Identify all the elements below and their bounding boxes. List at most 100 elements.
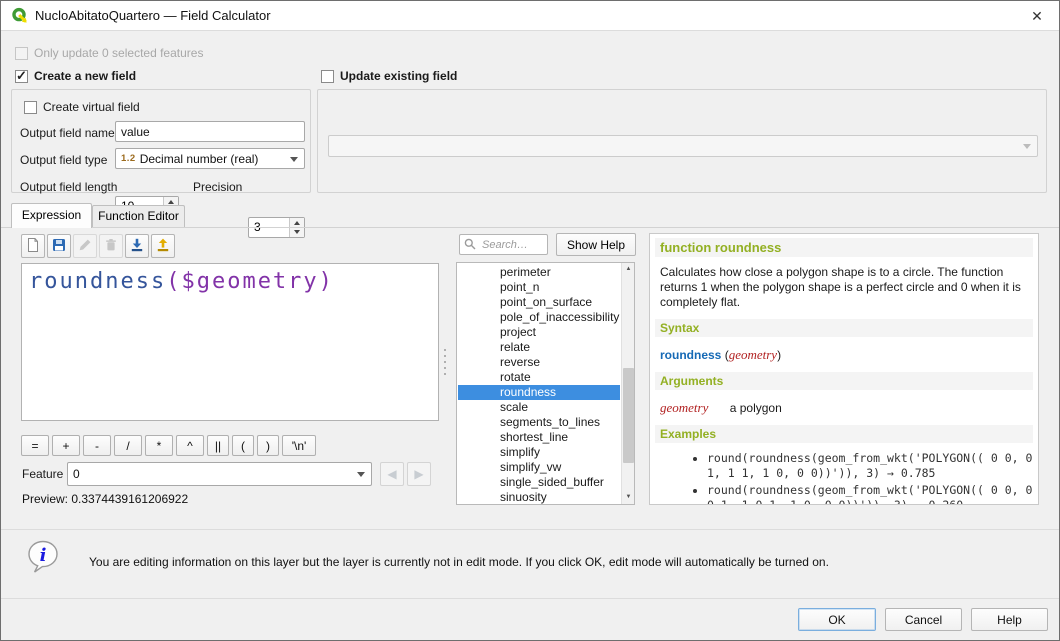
preview-row: Preview: 0.3374439161206922 bbox=[22, 492, 188, 506]
examples-heading: Examples bbox=[655, 425, 1033, 443]
precision-label: Precision bbox=[193, 180, 242, 194]
create-new-field-label: Create a new field bbox=[34, 69, 136, 83]
operator-button[interactable]: + bbox=[52, 435, 80, 456]
scrollbar[interactable]: ▲ ▼ bbox=[621, 263, 634, 504]
function-list-item-pole_of_inaccessibility[interactable]: pole_of_inaccessibility bbox=[458, 310, 620, 325]
show-help-button[interactable]: Show Help bbox=[556, 233, 636, 256]
splitter-handle[interactable] bbox=[444, 349, 446, 375]
operator-button[interactable]: ^ bbox=[176, 435, 204, 456]
feature-select[interactable]: 0 bbox=[67, 462, 372, 486]
expression-code: roundness($geometry) bbox=[29, 269, 431, 294]
syntax-function-name: roundness bbox=[660, 348, 721, 362]
output-field-type-select[interactable]: 1.2 Decimal number (real) bbox=[115, 148, 305, 169]
operator-button[interactable]: * bbox=[145, 435, 173, 456]
function-list-item-scale[interactable]: scale bbox=[458, 400, 620, 415]
function-list-item-simplify_vw[interactable]: simplify_vw bbox=[458, 460, 620, 475]
syntax-argument: geometry bbox=[729, 347, 777, 362]
expression-args-token: ($geometry) bbox=[166, 269, 334, 294]
create-virtual-field-row[interactable]: Create virtual field bbox=[24, 100, 140, 114]
function-list-item-point_on_surface[interactable]: point_on_surface bbox=[458, 295, 620, 310]
operator-button[interactable]: ) bbox=[257, 435, 279, 456]
operator-button[interactable]: '\n' bbox=[282, 435, 316, 456]
edit-expression-button[interactable] bbox=[73, 234, 97, 258]
operator-button[interactable]: ( bbox=[232, 435, 254, 456]
arguments-heading: Arguments bbox=[655, 372, 1033, 390]
next-feature-button[interactable]: ▶ bbox=[407, 462, 431, 486]
save-expression-button[interactable] bbox=[47, 234, 71, 258]
decimal-number-icon: 1.2 bbox=[121, 153, 136, 164]
syntax-heading: Syntax bbox=[655, 319, 1033, 337]
title-bar: NucloAbitatoQuartero — Field Calculator … bbox=[1, 1, 1059, 31]
function-list-item-rotate[interactable]: rotate bbox=[458, 370, 620, 385]
examples-list: round(roundness(geom_from_wkt('POLYGON((… bbox=[655, 451, 1033, 505]
info-icon: i bbox=[27, 540, 59, 581]
export-expression-button[interactable] bbox=[151, 234, 175, 258]
import-expression-button[interactable] bbox=[125, 234, 149, 258]
help-button[interactable]: Help bbox=[971, 608, 1048, 631]
operator-button[interactable]: || bbox=[207, 435, 229, 456]
create-virtual-field-checkbox[interactable] bbox=[24, 101, 37, 114]
scrollbar-thumb[interactable] bbox=[623, 368, 634, 463]
trash-icon bbox=[103, 237, 119, 256]
only-update-checkbox[interactable] bbox=[15, 47, 28, 60]
delete-expression-button[interactable] bbox=[99, 234, 123, 258]
search-icon bbox=[463, 237, 477, 256]
operator-button-row: =+-/*^||()'\n' bbox=[21, 435, 316, 456]
cancel-button[interactable]: Cancel bbox=[885, 608, 962, 631]
operator-button[interactable]: = bbox=[21, 435, 49, 456]
expression-editor[interactable]: roundness($geometry) bbox=[21, 263, 439, 421]
feature-value: 0 bbox=[73, 467, 80, 481]
function-list-item-perimeter[interactable]: perimeter bbox=[458, 265, 620, 280]
output-field-type-value: Decimal number (real) bbox=[140, 152, 259, 166]
tab-function-editor[interactable]: Function Editor bbox=[92, 205, 185, 228]
export-up-arrow-icon bbox=[155, 237, 171, 256]
function-list-item-roundness[interactable]: roundness bbox=[458, 385, 620, 400]
preview-label: Preview: bbox=[22, 492, 68, 506]
create-new-field-checkbox-row[interactable]: ✓ Create a new field bbox=[15, 69, 136, 83]
function-list-box: perimeterpoint_npoint_on_surfacepole_of_… bbox=[456, 262, 635, 505]
pencil-icon bbox=[77, 237, 93, 256]
operator-button[interactable]: - bbox=[83, 435, 111, 456]
function-list-item-single_sided_buffer[interactable]: single_sided_buffer bbox=[458, 475, 620, 490]
function-list-item-relate[interactable]: relate bbox=[458, 340, 620, 355]
output-field-name-input[interactable] bbox=[115, 121, 305, 142]
update-existing-field-label: Update existing field bbox=[340, 69, 457, 83]
update-existing-field-checkbox[interactable] bbox=[321, 70, 334, 83]
function-list-item-segments_to_lines[interactable]: segments_to_lines bbox=[458, 415, 620, 430]
tab-expression[interactable]: Expression bbox=[11, 203, 92, 228]
check-icon: ✓ bbox=[16, 68, 27, 84]
scrollbar-up-icon[interactable]: ▲ bbox=[622, 263, 635, 276]
ok-button[interactable]: OK bbox=[798, 608, 876, 631]
function-list-item-reverse[interactable]: reverse bbox=[458, 355, 620, 370]
example-item: round(roundness(geom_from_wkt('POLYGON((… bbox=[707, 451, 1033, 481]
function-help-panel: function roundness Calculates how close … bbox=[649, 233, 1039, 505]
create-new-field-checkbox[interactable]: ✓ bbox=[15, 70, 28, 83]
operator-button[interactable]: / bbox=[114, 435, 142, 456]
update-existing-field-checkbox-row[interactable]: Update existing field bbox=[321, 69, 457, 83]
function-list-item-sinuosity[interactable]: sinuosity bbox=[458, 490, 620, 505]
output-field-type-label: Output field type bbox=[20, 153, 107, 167]
update-field-groupbox bbox=[317, 89, 1047, 193]
new-expression-button[interactable] bbox=[21, 234, 45, 258]
create-field-groupbox: Create virtual field Output field name O… bbox=[11, 89, 311, 193]
existing-field-select[interactable] bbox=[328, 135, 1038, 157]
output-field-length-label: Output field length bbox=[20, 180, 117, 194]
new-file-icon bbox=[25, 237, 41, 256]
example-item: round(roundness(geom_from_wkt('POLYGON((… bbox=[707, 483, 1033, 505]
function-list-item-shortest_line[interactable]: shortest_line bbox=[458, 430, 620, 445]
save-icon bbox=[51, 237, 67, 256]
function-list-item-point_n[interactable]: point_n bbox=[458, 280, 620, 295]
scrollbar-down-icon[interactable]: ▼ bbox=[622, 491, 635, 504]
edit-mode-message: You are editing information on this laye… bbox=[89, 555, 1009, 569]
function-list-item-simplify[interactable]: simplify bbox=[458, 445, 620, 460]
function-list-item-project[interactable]: project bbox=[458, 325, 620, 340]
previous-feature-button[interactable]: ◀ bbox=[380, 462, 404, 486]
only-update-checkbox-row[interactable]: Only update 0 selected features bbox=[15, 46, 203, 60]
argument-row: geometry a polygon bbox=[660, 400, 1028, 416]
close-icon[interactable]: ✕ bbox=[1025, 4, 1049, 28]
preview-value: 0.3374439161206922 bbox=[71, 492, 188, 506]
chevron-down-icon bbox=[290, 157, 298, 162]
stepper-down-icon[interactable] bbox=[290, 228, 304, 238]
field-calculator-dialog: NucloAbitatoQuartero — Field Calculator … bbox=[0, 0, 1060, 641]
create-virtual-field-label: Create virtual field bbox=[43, 100, 140, 114]
